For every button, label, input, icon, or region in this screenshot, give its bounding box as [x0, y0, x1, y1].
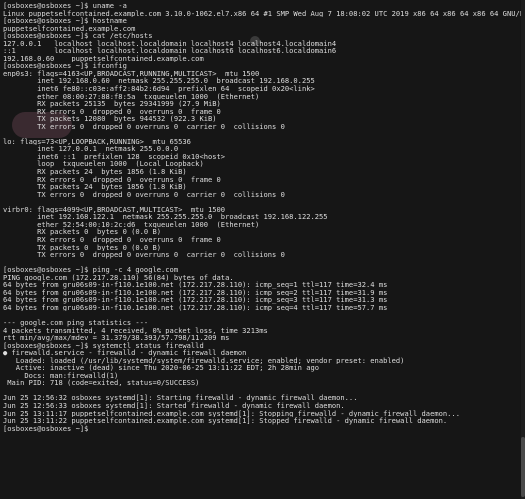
output-line: RX errors 0 dropped 0 overruns 0 frame 0 [3, 107, 221, 116]
output-line: 4 packets transmitted, 4 received, 0% pa… [3, 326, 268, 335]
output-line: Jun 25 13:11:17 puppetselfcontained.exam… [3, 409, 460, 418]
output-line: Loaded: loaded (/usr/lib/systemd/system/… [3, 356, 405, 365]
output-line: Docs: man:firewalld(1) [3, 371, 119, 380]
output-line: 64 bytes from gru06s09-in-f110.1e100.net… [3, 288, 388, 297]
output-line: ● firewalld.service - firewalld - dynami… [3, 349, 247, 357]
output-line: PING google.com (172.217.28.110) 56(84) … [3, 273, 234, 282]
output-line: ether 52:54:00:10:2c:d6 txqueuelen 1000 … [3, 220, 260, 229]
output-line: 64 bytes from gru06s09-in-f110.1e100.net… [3, 296, 388, 304]
output-line: Jun 25 13:11:22 puppetselfcontained.exam… [3, 417, 448, 425]
output-line: virbr0: flags=4099<UP,BROADCAST,MULTICAS… [3, 205, 226, 214]
output-line: ether 08:00:27:88:f8:5a txqueuelen 1000 … [3, 92, 260, 101]
output-line: inet 192.168.0.60 netmask 255.255.255.0 … [3, 77, 315, 86]
output-line: loop txqueuelen 1000 (Local Loopback) [3, 160, 204, 169]
output-line: rtt min/avg/max/mdev = 31.379/38.393/57.… [3, 334, 230, 342]
output-line: 127.0.0.1 localhost localhost.localdomai… [3, 39, 337, 48]
prompt-line: [osboxes@osboxes ~]$ hostname [3, 17, 127, 25]
output-line: Jun 25 12:56:33 osboxes systemd[1]: Star… [3, 401, 345, 410]
output-line: Linux puppetselfcontained.example.com 3.… [3, 9, 525, 18]
output-line: --- google.com ping statistics --- [3, 318, 149, 327]
output-line: RX packets 24 bytes 1856 (1.8 KiB) [3, 168, 187, 176]
prompt-line: [osboxes@osboxes ~]$ systemctl status fi… [3, 341, 204, 350]
terminal-scrollbar[interactable] [521, 0, 525, 499]
output-line: inet6 fe80::c03e:aff2:84b2:6d94 prefixle… [3, 85, 315, 93]
output-line: TX errors 0 dropped 0 overruns 0 carrier… [3, 251, 285, 259]
output-line: RX packets 0 bytes 0 (0.0 B) [3, 228, 162, 236]
terminal-output: [osboxes@osboxes ~]$ uname -a Linux puppe… [0, 0, 525, 432]
output-line: RX errors 0 dropped 0 overruns 0 frame 0 [3, 235, 221, 244]
prompt-line: [osboxes@osboxes ~]$ uname -a [3, 2, 127, 10]
output-line: ::1 localhost localhost.localdomain loca… [3, 47, 337, 55]
output-line: TX packets 24 bytes 1856 (1.8 KiB) [3, 183, 187, 191]
terminal-window[interactable]: [osboxes@osboxes ~]$ uname -a Linux puppe… [0, 0, 525, 499]
scrollbar-thumb[interactable] [521, 437, 525, 497]
output-line: TX packets 12080 bytes 944532 (922.3 KiB… [3, 115, 217, 123]
output-line: puppetselfcontained.example.com [3, 24, 136, 33]
output-line: TX errors 0 dropped 0 overruns 0 carrier… [3, 190, 285, 199]
output-line: inet 127.0.0.1 netmask 255.0.0.0 [3, 145, 179, 153]
output-line: 64 bytes from gru06s09-in-f110.1e100.net… [3, 281, 388, 289]
prompt-line: [osboxes@osboxes ~]$ cat /etc/hosts [3, 32, 153, 40]
output-line: inet 192.168.122.1 netmask 255.255.255.0… [3, 213, 328, 221]
output-line: TX errors 0 dropped 0 overruns 0 carrier… [3, 122, 285, 131]
output-line: Active: inactive (dead) since Thu 2020-0… [3, 364, 320, 372]
output-line: TX packets 0 bytes 0 (0.0 B) [3, 243, 162, 252]
output-line: Jun 25 12:56:32 osboxes systemd[1]: Star… [3, 394, 358, 402]
output-line: RX errors 0 dropped 0 overruns 0 frame 0 [3, 175, 221, 184]
output-line: enp0s3: flags=4163<UP,BROADCAST,RUNNING,… [3, 69, 260, 78]
output-line: RX packets 25135 bytes 29341999 (27.9 Mi… [3, 100, 221, 108]
prompt-line: [osboxes@osboxes ~]$ ifconfig [3, 62, 127, 70]
output-line: Main PID: 718 (code=exited, status=0/SUC… [3, 379, 200, 387]
output-line: 192.168.0.60 puppetselfcontained.example… [3, 54, 204, 63]
prompt-line: [osboxes@osboxes ~]$ [3, 424, 89, 433]
output-line: 64 bytes from gru06s09-in-f110.1e100.net… [3, 303, 388, 312]
prompt-line: [osboxes@osboxes ~]$ ping -c 4 google.co… [3, 266, 179, 274]
output-line: lo: flags=73<UP,LOOPBACK,RUNNING> mtu 65… [3, 137, 191, 146]
output-line: inet6 ::1 prefixlen 128 scopeid 0x10<hos… [3, 152, 226, 161]
